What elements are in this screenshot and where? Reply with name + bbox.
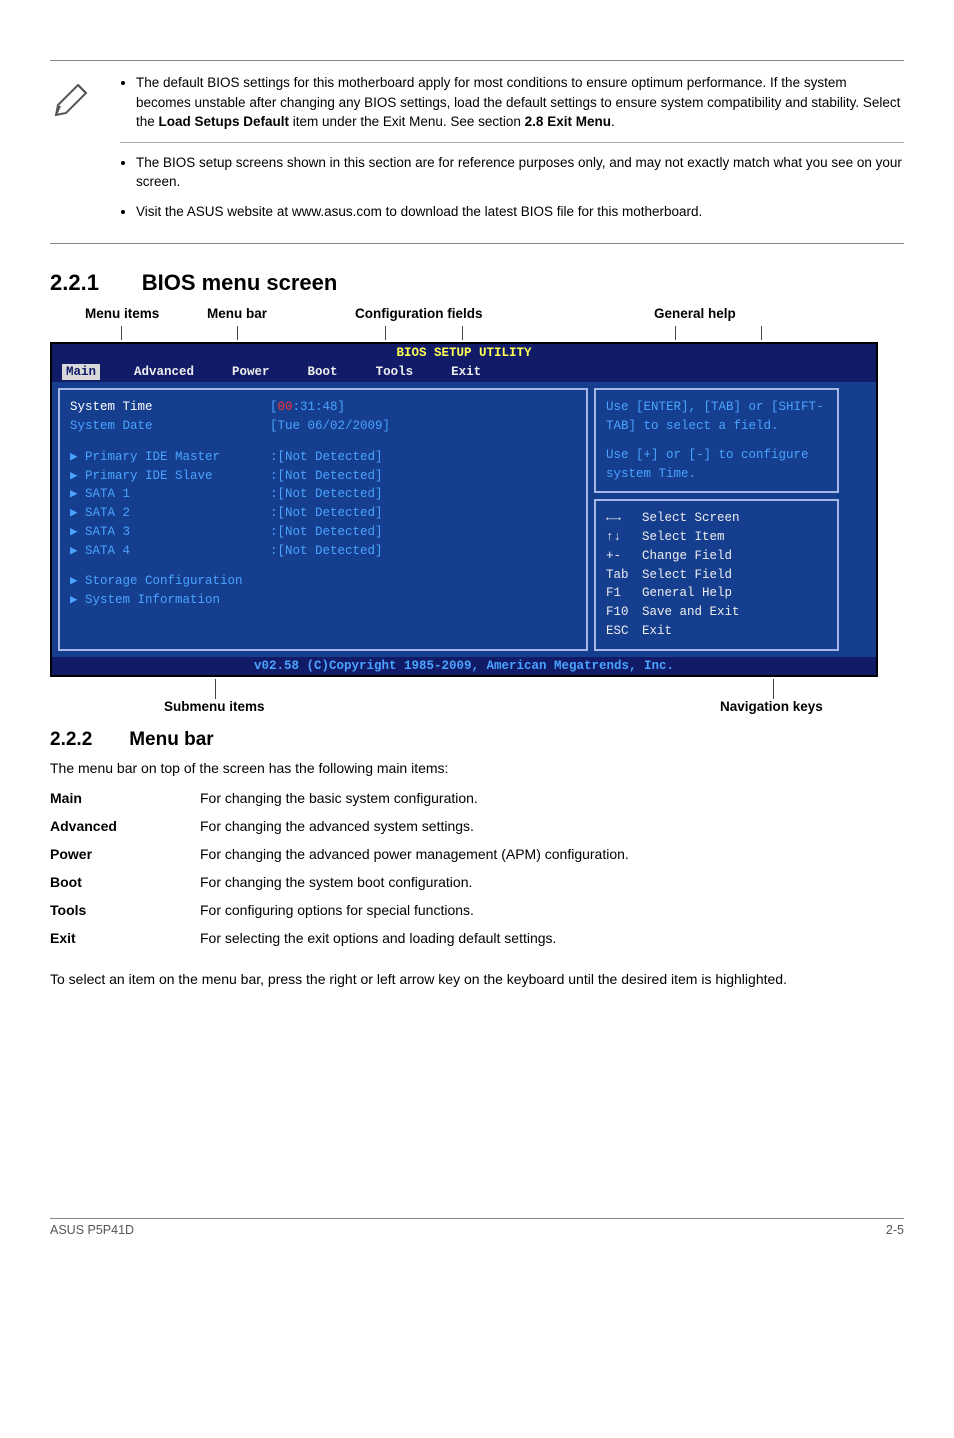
value-primary-ide-slave: :[Not Detected]: [270, 467, 576, 486]
field-system-time-label[interactable]: System Time: [70, 398, 270, 417]
note-item-3: Visit the ASUS website at www.asus.com t…: [136, 202, 904, 222]
note-bold: 2.8 Exit Menu: [525, 114, 611, 129]
field-system-time-value[interactable]: [00:31:48]: [270, 398, 576, 417]
value-sata-2: :[Not Detected]: [270, 504, 576, 523]
note-block: The default BIOS settings for this mothe…: [50, 60, 904, 244]
table-row: BootFor changing the system boot configu…: [50, 868, 629, 896]
submenu-storage-configuration[interactable]: Storage Configuration: [70, 572, 243, 591]
footer-left: ASUS P5P41D: [50, 1223, 134, 1237]
desc-val: For changing the advanced system setting…: [200, 812, 629, 840]
value-sata-3: :[Not Detected]: [270, 523, 576, 542]
nav-key: Tab: [606, 566, 642, 585]
pencil-note-icon: [50, 75, 100, 123]
bios-menubar: Main Advanced Power Boot Tools Exit: [52, 362, 876, 382]
submenu-sata-2[interactable]: SATA 2: [70, 504, 270, 523]
note-bold: Load Setups Default: [159, 114, 290, 129]
nav-desc: General Help: [642, 586, 732, 600]
bios-tab-tools[interactable]: Tools: [372, 364, 418, 380]
bios-nav-panel: ←→Select Screen ↑↓Select Item +-Change F…: [594, 499, 839, 650]
value-sata-4: :[Not Detected]: [270, 542, 576, 561]
time-hh: 00: [278, 400, 293, 414]
nav-key: +-: [606, 547, 642, 566]
nav-key: ←→: [606, 509, 642, 528]
nav-desc: Select Item: [642, 530, 725, 544]
submenu-system-information[interactable]: System Information: [70, 591, 220, 610]
desc-val: For selecting the exit options and loadi…: [200, 924, 629, 952]
submenu-sata-4[interactable]: SATA 4: [70, 542, 270, 561]
bios-footer: v02.58 (C)Copyright 1985-2009, American …: [52, 657, 876, 675]
note-list: The default BIOS settings for this mothe…: [120, 73, 904, 132]
nav-key: ↑↓: [606, 528, 642, 547]
section-heading-222: 2.2.2 Menu bar: [50, 729, 904, 751]
label-menu-bar: Menu bar: [207, 306, 267, 321]
nav-key: F1: [606, 584, 642, 603]
menubar-description-table: MainFor changing the basic system config…: [50, 784, 629, 952]
bios-help-panel: Use [ENTER], [TAB] or [SHIFT-TAB] to sel…: [594, 388, 839, 493]
ticks-top: [50, 326, 904, 340]
help-text-1: Use [ENTER], [TAB] or [SHIFT-TAB] to sel…: [606, 398, 827, 436]
submenu-primary-ide-slave[interactable]: Primary IDE Slave: [70, 467, 270, 486]
label-navigation-keys: Navigation keys: [720, 699, 823, 714]
desc-key: Power: [50, 840, 200, 868]
desc-val: For changing the basic system configurat…: [200, 784, 629, 812]
label-general-help: General help: [654, 306, 736, 321]
note-list: The BIOS setup screens shown in this sec…: [120, 153, 904, 222]
bios-tab-advanced[interactable]: Advanced: [130, 364, 198, 380]
field-system-date-value[interactable]: [Tue 06/02/2009]: [270, 417, 576, 436]
submenu-sata-1[interactable]: SATA 1: [70, 485, 270, 504]
section-heading-221: 2.2.1 BIOS menu screen: [50, 270, 904, 296]
bios-title: BIOS SETUP UTILITY: [52, 344, 876, 362]
note-text: item under the Exit Menu. See section: [289, 114, 525, 129]
divider: [120, 142, 904, 143]
desc-key: Tools: [50, 896, 200, 924]
menubar-intro: The menu bar on top of the screen has th…: [50, 759, 904, 778]
label-submenu-items: Submenu items: [164, 699, 265, 714]
field-system-date-label[interactable]: System Date: [70, 417, 270, 436]
bios-screenshot: BIOS SETUP UTILITY Main Advanced Power B…: [50, 342, 878, 676]
label-menu-items: Menu items: [85, 306, 159, 321]
nav-key: F10: [606, 603, 642, 622]
page-footer: ASUS P5P41D 2-5: [50, 1218, 904, 1237]
table-row: AdvancedFor changing the advanced system…: [50, 812, 629, 840]
footer-right: 2-5: [886, 1223, 904, 1237]
desc-val: For changing the system boot configurati…: [200, 868, 629, 896]
table-row: ExitFor selecting the exit options and l…: [50, 924, 629, 952]
label-config-fields: Configuration fields: [355, 306, 483, 321]
submenu-sata-3[interactable]: SATA 3: [70, 523, 270, 542]
nav-desc: Select Screen: [642, 511, 740, 525]
table-row: ToolsFor configuring options for special…: [50, 896, 629, 924]
after-table-text: To select an item on the menu bar, press…: [50, 970, 904, 989]
nav-desc: Save and Exit: [642, 605, 740, 619]
bios-tab-boot[interactable]: Boot: [304, 364, 342, 380]
value-primary-ide-master: :[Not Detected]: [270, 448, 576, 467]
bios-diagram-top-labels: Menu items Menu bar Configuration fields…: [50, 306, 904, 326]
bios-tab-exit[interactable]: Exit: [447, 364, 485, 380]
submenu-primary-ide-master[interactable]: Primary IDE Master: [70, 448, 270, 467]
note-item-2: The BIOS setup screens shown in this sec…: [136, 153, 904, 192]
note-item-1: The default BIOS settings for this mothe…: [136, 73, 904, 132]
desc-key: Boot: [50, 868, 200, 896]
note-text: .: [611, 114, 615, 129]
value-sata-1: :[Not Detected]: [270, 485, 576, 504]
bios-left-panel: System Time [00:31:48] System Date [Tue …: [58, 388, 588, 650]
table-row: MainFor changing the basic system config…: [50, 784, 629, 812]
desc-key: Advanced: [50, 812, 200, 840]
bios-tab-power[interactable]: Power: [228, 364, 274, 380]
bios-tab-main[interactable]: Main: [62, 364, 100, 380]
desc-val: For configuring options for special func…: [200, 896, 629, 924]
nav-desc: Change Field: [642, 549, 732, 563]
ticks-bottom: [50, 679, 904, 699]
time-rest: :31:48]: [293, 400, 346, 414]
bracket: [: [270, 400, 278, 414]
desc-key: Exit: [50, 924, 200, 952]
nav-key: ESC: [606, 622, 642, 641]
bios-diagram-bottom-labels: Submenu items Navigation keys: [50, 699, 904, 715]
help-text-2: Use [+] or [-] to configure system Time.: [606, 446, 827, 484]
desc-key: Main: [50, 784, 200, 812]
table-row: PowerFor changing the advanced power man…: [50, 840, 629, 868]
nav-desc: Select Field: [642, 568, 732, 582]
nav-desc: Exit: [642, 624, 672, 638]
desc-val: For changing the advanced power manageme…: [200, 840, 629, 868]
